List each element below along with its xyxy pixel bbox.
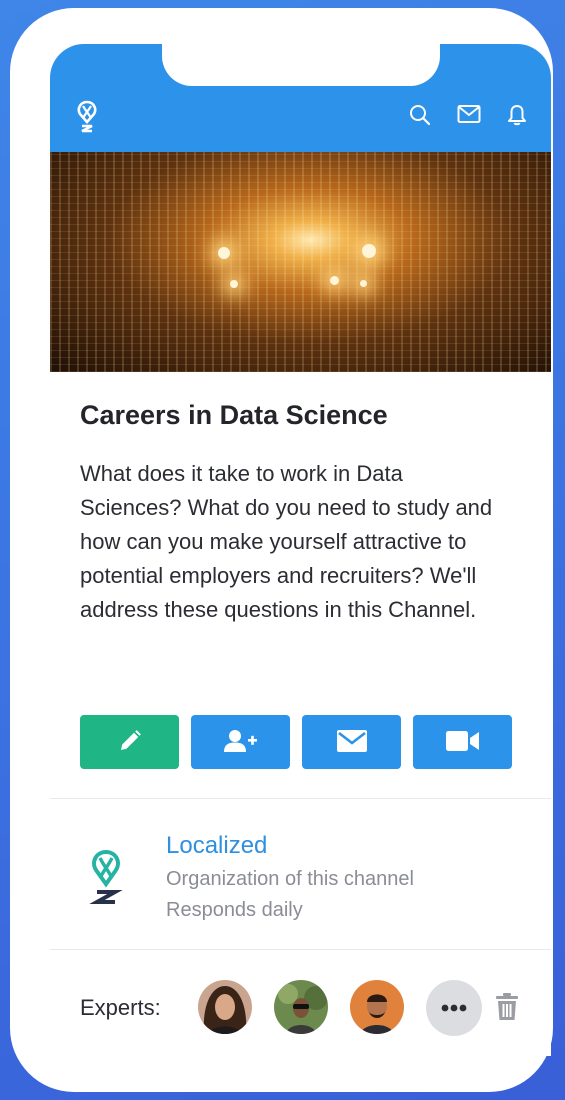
video-camera-icon	[445, 730, 480, 755]
edit-button[interactable]	[80, 715, 179, 769]
bell-icon[interactable]	[507, 104, 527, 126]
localized-logo-icon	[88, 848, 124, 910]
add-member-button[interactable]	[191, 715, 290, 769]
phone-frame: Careers in Data Science What does it tak…	[10, 8, 553, 1092]
app-screen: Careers in Data Science What does it tak…	[50, 44, 551, 1056]
expert-avatar[interactable]	[274, 980, 328, 1034]
organization-name-link[interactable]: Localized	[166, 832, 267, 860]
expert-avatar[interactable]	[350, 980, 404, 1034]
trash-icon[interactable]	[496, 993, 518, 1026]
pencil-icon	[118, 729, 142, 756]
video-call-button[interactable]	[413, 715, 512, 769]
search-icon[interactable]	[409, 104, 431, 126]
response-rate: Responds daily	[166, 899, 303, 921]
phone-notch	[162, 44, 440, 86]
localized-logo-icon[interactable]	[74, 100, 100, 134]
experts-section: Experts:	[50, 949, 551, 1056]
experts-label: Experts:	[80, 995, 161, 1020]
more-icon	[441, 999, 467, 1017]
expert-avatar[interactable]	[198, 980, 252, 1034]
organization-role: Organization of this channel	[166, 868, 414, 890]
add-user-icon	[223, 729, 258, 756]
channel-cover-image	[50, 152, 551, 372]
envelope-icon[interactable]	[457, 104, 481, 126]
envelope-icon	[336, 729, 367, 755]
organization-section: Localized Organization of this channel R…	[50, 798, 551, 948]
channel-title: Careers in Data Science	[80, 400, 388, 430]
channel-description: What does it take to work in Data Scienc…	[80, 461, 493, 622]
more-experts-button[interactable]	[426, 980, 482, 1036]
message-button[interactable]	[302, 715, 401, 769]
app-header	[50, 44, 551, 152]
channel-actions	[80, 715, 512, 769]
